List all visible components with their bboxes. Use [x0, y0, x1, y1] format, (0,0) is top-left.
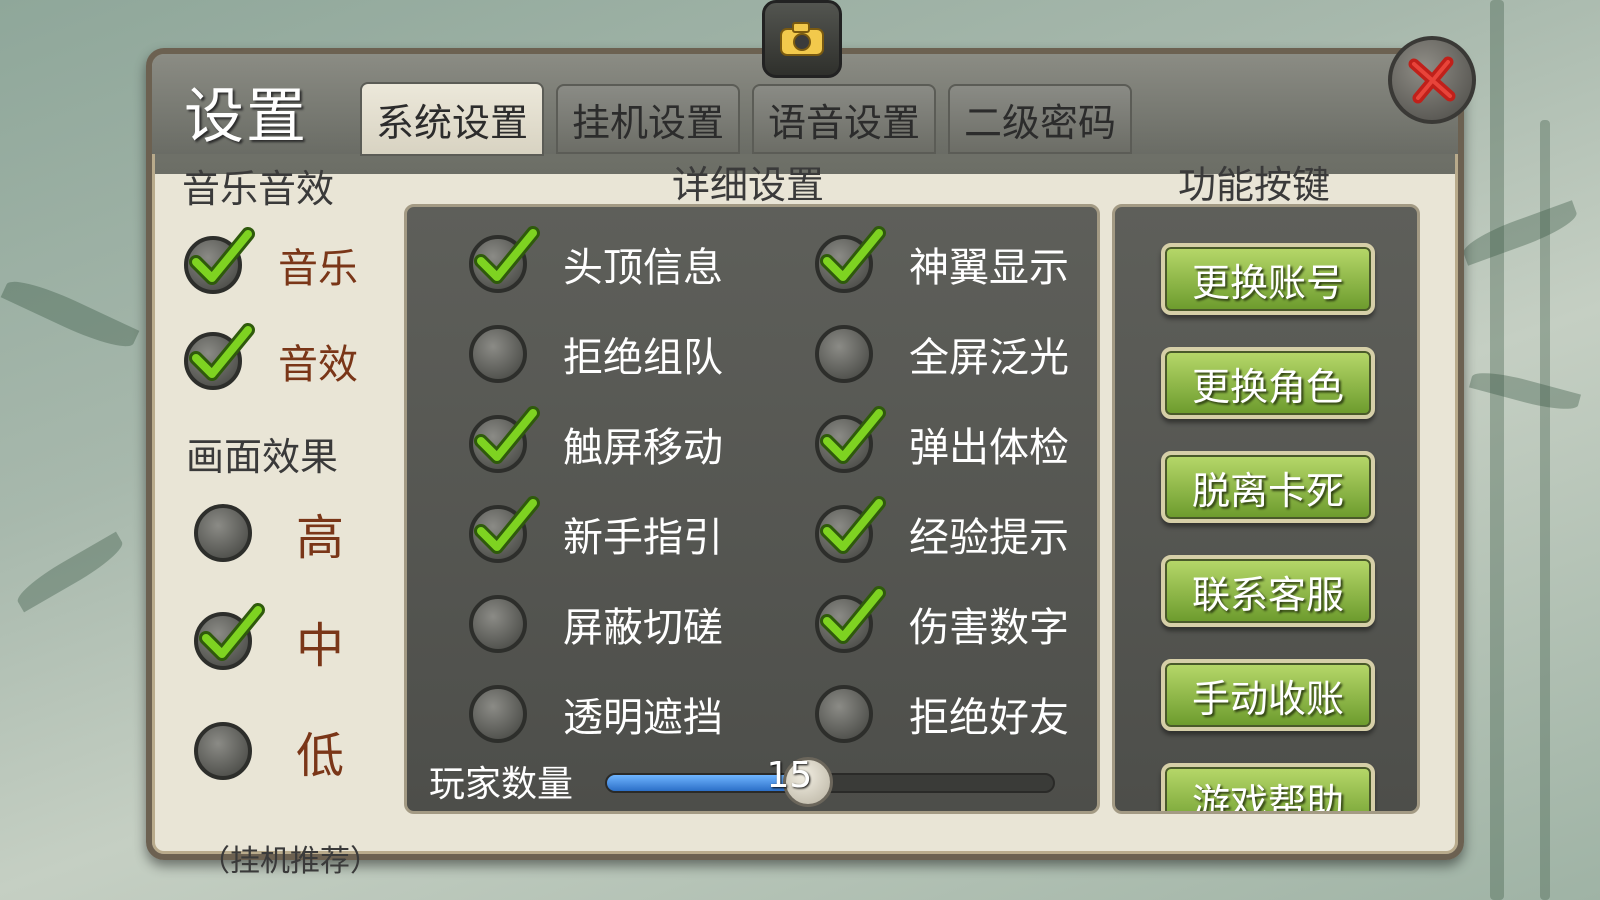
- detail-option-label: 拒绝组队: [563, 335, 723, 381]
- graphics-medium-option[interactable]: 中: [194, 603, 345, 676]
- radio-icon: [469, 325, 527, 383]
- game-help-button[interactable]: 游戏帮助: [1161, 763, 1375, 811]
- tab-voice-settings[interactable]: 语音设置: [752, 84, 936, 154]
- graphics-section-title: 画面效果: [186, 435, 339, 479]
- radio-icon: [815, 685, 873, 743]
- detail-option[interactable]: 伤害数字: [815, 586, 1069, 653]
- graphics-medium-label: 中: [296, 618, 345, 674]
- checkmark-icon: [184, 227, 255, 294]
- detail-option[interactable]: 拒绝好友: [815, 685, 1069, 743]
- detail-option-label: 弹出体检: [909, 425, 1069, 471]
- switch-character-button[interactable]: 更换角色: [1161, 347, 1375, 419]
- tab-afk-settings[interactable]: 挂机设置: [556, 84, 740, 154]
- checkmark-icon: [815, 226, 886, 293]
- switch-account-button[interactable]: 更换账号: [1161, 243, 1375, 315]
- audio-section-title: 音乐音效: [182, 167, 335, 211]
- detail-option[interactable]: 头顶信息: [469, 226, 723, 293]
- audio-graphics-column: 音乐音效 音乐 音效 画面效果 高 中 低 （挂机推荐）: [164, 154, 394, 879]
- radio-icon: [194, 722, 252, 780]
- manual-collect-button[interactable]: 手动收账: [1161, 659, 1375, 731]
- sound-effects-label: 音效: [278, 342, 358, 388]
- detail-option[interactable]: 新手指引: [469, 496, 723, 563]
- checkmark-icon: [815, 496, 886, 563]
- detail-option[interactable]: 弹出体检: [815, 406, 1069, 473]
- tab-system-settings[interactable]: 系统设置: [360, 82, 544, 156]
- checkmark-icon: [815, 406, 886, 473]
- detail-option[interactable]: 经验提示: [815, 496, 1069, 563]
- background-leaf: [12, 531, 128, 613]
- detail-option[interactable]: 触屏移动: [469, 406, 723, 473]
- detail-option-label: 神翼显示: [909, 245, 1069, 291]
- music-label: 音乐: [278, 246, 358, 292]
- tab-secondary-password[interactable]: 二级密码: [948, 84, 1132, 154]
- background-leaf: [1469, 366, 1581, 416]
- checkmark-icon: [194, 603, 265, 670]
- detail-option-label: 新手指引: [563, 515, 723, 561]
- checkmark-icon: [469, 226, 540, 293]
- detail-option-label: 伤害数字: [909, 605, 1069, 651]
- checkmark-icon: [815, 586, 886, 653]
- function-buttons-panel: 更换账号 更换角色 脱离卡死 联系客服 手动收账 游戏帮助: [1112, 204, 1420, 814]
- detail-option-label: 拒绝好友: [909, 695, 1069, 741]
- settings-panel: 设置 系统设置 挂机设置 语音设置 二级密码 音乐音效 音乐 音效 画面效果 高…: [146, 48, 1464, 879]
- detail-option[interactable]: 拒绝组队: [469, 325, 723, 383]
- graphics-low-option[interactable]: 低: [194, 716, 344, 786]
- radio-icon: [815, 325, 873, 383]
- settings-content: 音乐音效 音乐 音效 画面效果 高 中 低 （挂机推荐） 详细设置 功能按键 玩…: [164, 154, 1446, 879]
- page-title: 设置: [184, 82, 308, 152]
- background-bamboo: [1490, 0, 1504, 900]
- detail-settings-panel: 玩家数量 15 头顶信息 神翼显示拒绝组队 全屏泛光触屏移动 弹出体检新手指引 经验提示…: [404, 204, 1100, 814]
- graphics-low-label: 低: [296, 728, 345, 784]
- checkmark-icon: [184, 323, 255, 390]
- detail-option[interactable]: 神翼显示: [815, 226, 1069, 293]
- detail-option-label: 经验提示: [909, 515, 1069, 561]
- detail-option-label: 触屏移动: [563, 425, 723, 471]
- player-count-label: 玩家数量: [429, 764, 574, 805]
- background-leaf: [0, 271, 140, 357]
- checkmark-icon: [469, 496, 540, 563]
- radio-icon: [194, 504, 252, 562]
- radio-icon: [469, 595, 527, 653]
- detail-option[interactable]: 透明遮挡: [469, 685, 723, 743]
- detail-option-label: 屏蔽切磋: [563, 605, 723, 651]
- player-count-value: 15: [766, 755, 813, 796]
- sound-effects-toggle[interactable]: 音效: [184, 323, 358, 390]
- graphics-note: （挂机推荐）: [200, 844, 380, 879]
- detail-option-label: 全屏泛光: [909, 335, 1069, 381]
- radio-icon: [469, 685, 527, 743]
- checkmark-icon: [469, 406, 540, 473]
- detail-option[interactable]: 屏蔽切磋: [469, 595, 723, 653]
- detail-option[interactable]: 全屏泛光: [815, 325, 1069, 383]
- detail-option-label: 透明遮挡: [563, 695, 723, 741]
- music-toggle[interactable]: 音乐: [184, 227, 358, 294]
- graphics-high-label: 高: [296, 510, 345, 566]
- contact-support-button[interactable]: 联系客服: [1161, 555, 1375, 627]
- background-leaf: [1459, 200, 1581, 266]
- close-icon[interactable]: [1388, 36, 1476, 124]
- detail-option-label: 头顶信息: [563, 245, 723, 291]
- detail-section-title: 详细设置: [672, 163, 825, 207]
- graphics-high-option[interactable]: 高: [194, 498, 344, 568]
- camera-icon[interactable]: [762, 0, 842, 78]
- function-section-title: 功能按键: [1178, 163, 1331, 207]
- unstuck-button[interactable]: 脱离卡死: [1161, 451, 1375, 523]
